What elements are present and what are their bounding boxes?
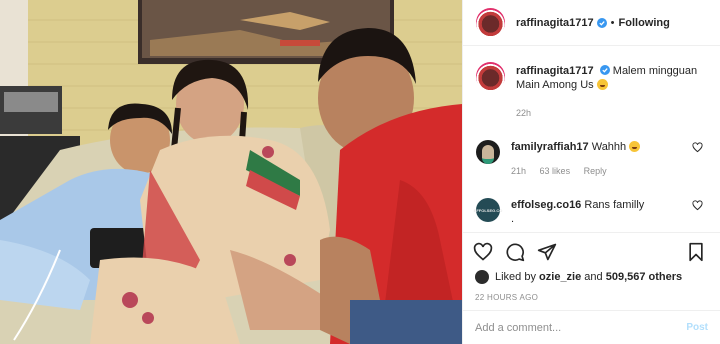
commenter-avatar[interactable] (476, 140, 500, 164)
caption-author-avatar[interactable] (476, 62, 505, 91)
post-timestamp[interactable]: 22 HOURS AGO (475, 293, 710, 302)
like-heart-icon[interactable] (473, 242, 493, 262)
comment-input[interactable] (475, 321, 687, 334)
comment-bubble-icon[interactable] (505, 242, 525, 262)
reply-button[interactable]: Reply (584, 166, 607, 176)
post-sidebar: raffinagita1717 • Following raffinagita1… (462, 0, 720, 344)
following-button[interactable]: Following (619, 17, 670, 29)
caption-body: raffinagita1717 Malem mingguan Main Amon… (516, 64, 707, 120)
share-paper-plane-icon[interactable] (537, 242, 557, 262)
family-selfie-photo (0, 0, 462, 344)
comment-text: Rans familly (584, 199, 645, 211)
post-actions: Liked by ozie_zie and 509,567 others 22 … (463, 232, 720, 344)
post-header: raffinagita1717 • Following (463, 0, 720, 46)
comment-username[interactable]: effolseg.co16 (511, 199, 581, 211)
grinning-emoji-icon (629, 141, 641, 152)
comment-meta: 21h 63 likes Reply (511, 164, 707, 178)
add-comment-bar: Post (463, 310, 720, 344)
comment-like-heart-icon[interactable] (692, 142, 703, 153)
header-separator: • (610, 16, 615, 29)
comment-text: Wahhh (591, 141, 627, 153)
verified-badge-icon (596, 17, 607, 28)
liked-by-prefix: Liked by (495, 271, 536, 283)
laughing-emoji-icon (596, 79, 608, 90)
post-photo[interactable] (0, 0, 462, 344)
comment-item: familyraffiah17 Wahhh 21h 63 likes Reply (476, 136, 707, 178)
post-comment-button[interactable]: Post (686, 322, 708, 333)
action-icon-row (473, 241, 710, 263)
author-username[interactable]: raffinagita1717 (516, 17, 594, 29)
comment-body: effolseg.co16 Rans familly . (511, 198, 707, 226)
comment-text-extra: . (511, 213, 515, 225)
instagram-post: raffinagita1717 • Following raffinagita1… (0, 0, 720, 344)
comment-likes[interactable]: 63 likes (540, 166, 571, 176)
caption-time[interactable]: 22h (516, 108, 531, 118)
comment-username[interactable]: familyraffiah17 (511, 141, 589, 153)
author-avatar[interactable] (476, 8, 505, 37)
verified-badge-icon (599, 65, 610, 75)
comment-body: familyraffiah17 Wahhh 21h 63 likes Reply (511, 140, 707, 178)
comment-time[interactable]: 21h (511, 166, 526, 176)
liked-by-and: and (584, 271, 603, 283)
caption: raffinagita1717 Malem mingguan Main Amon… (476, 62, 707, 120)
comments-section: raffinagita1717 Malem mingguan Main Amon… (463, 46, 720, 232)
comment-like-heart-icon[interactable] (692, 200, 703, 211)
save-bookmark-icon[interactable] (686, 242, 706, 262)
caption-username[interactable]: raffinagita1717 (516, 65, 594, 77)
likes-count[interactable]: 509,567 others (606, 271, 682, 283)
liker-avatar[interactable] (475, 270, 489, 284)
liked-by: Liked by ozie_zie and 509,567 others (473, 270, 710, 284)
liked-by-user[interactable]: ozie_zie (539, 271, 581, 283)
comment-item: EFFOLSEG.CO effolseg.co16 Rans familly . (474, 194, 707, 226)
commenter-avatar[interactable]: EFFOLSEG.CO (474, 198, 502, 222)
caption-meta: 22h (516, 106, 707, 120)
